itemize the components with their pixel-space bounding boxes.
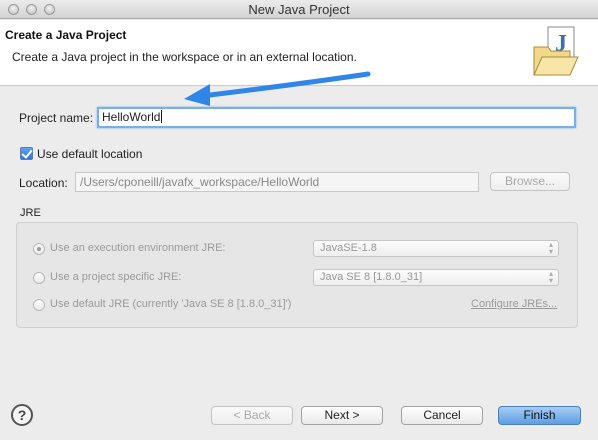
cancel-button[interactable]: Cancel bbox=[401, 406, 483, 425]
execution-environment-radio[interactable] bbox=[33, 243, 45, 255]
window-title: New Java Project bbox=[248, 2, 350, 17]
wizard-description: Create a Java project in the workspace o… bbox=[12, 50, 357, 64]
project-specific-jre-label: Use a project specific JRE: bbox=[50, 271, 182, 283]
use-default-location-checkbox[interactable] bbox=[20, 147, 33, 160]
jre-group: Use an execution environment JRE: JavaSE… bbox=[16, 222, 578, 328]
location-label: Location: bbox=[19, 176, 68, 190]
project-specific-jre-radio[interactable] bbox=[33, 272, 45, 284]
browse-button[interactable]: Browse... bbox=[490, 172, 570, 191]
execution-environment-value: JavaSE-1.8 bbox=[320, 242, 377, 254]
select-arrows-icon: ▴ ▾ bbox=[548, 240, 553, 256]
window-titlebar: New Java Project bbox=[0, 0, 598, 19]
execution-environment-label: Use an execution environment JRE: bbox=[50, 242, 226, 254]
select-arrows-icon: ▴ ▾ bbox=[548, 269, 553, 285]
text-cursor bbox=[161, 110, 163, 123]
project-name-input[interactable]: HelloWorld bbox=[97, 107, 576, 128]
next-button[interactable]: Next > bbox=[301, 406, 383, 425]
use-default-location-label: Use default location bbox=[37, 147, 143, 161]
help-icon[interactable]: ? bbox=[11, 404, 33, 426]
project-specific-jre-value: Java SE 8 [1.8.0_31] bbox=[320, 271, 423, 283]
project-name-value: HelloWorld bbox=[102, 110, 161, 124]
default-jre-label: Use default JRE (currently 'Java SE 8 [1… bbox=[50, 298, 292, 310]
java-project-folder-icon: J bbox=[533, 26, 579, 76]
jre-group-label: JRE bbox=[20, 207, 41, 219]
configure-jres-link[interactable]: Configure JREs... bbox=[471, 298, 557, 310]
project-specific-jre-select[interactable]: Java SE 8 [1.8.0_31] ▴ ▾ bbox=[313, 269, 559, 286]
finish-button[interactable]: Finish bbox=[498, 406, 581, 425]
back-button[interactable]: < Back bbox=[211, 406, 293, 425]
location-input[interactable]: /Users/cponeill/javafx_workspace/HelloWo… bbox=[75, 172, 479, 192]
default-jre-radio[interactable] bbox=[33, 299, 45, 311]
project-name-label: Project name: bbox=[19, 111, 94, 125]
wizard-title: Create a Java Project bbox=[5, 28, 127, 42]
execution-environment-select[interactable]: JavaSE-1.8 ▴ ▾ bbox=[313, 240, 559, 257]
